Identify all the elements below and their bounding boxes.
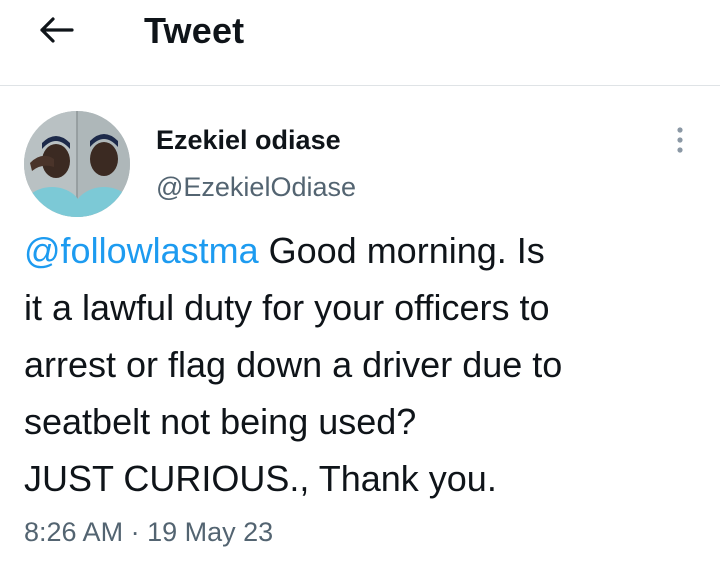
tweet-line: it a lawful duty for your officers to bbox=[24, 287, 550, 328]
tweet-text-segment: Good morning. Is bbox=[258, 230, 545, 271]
mention-link[interactable]: @followlastma bbox=[24, 230, 259, 271]
top-app-bar: Tweet bbox=[0, 0, 720, 86]
tweet-text: @followlastma Good morning. Is it a lawf… bbox=[24, 222, 710, 507]
tweet-date: 19 May 23 bbox=[147, 517, 274, 547]
author-handle[interactable]: @EzekielOdiase bbox=[156, 170, 356, 204]
arrow-left-icon bbox=[38, 16, 74, 49]
page-title: Tweet bbox=[144, 10, 245, 51]
meta-separator: · bbox=[123, 517, 148, 547]
more-options-button[interactable] bbox=[664, 124, 696, 160]
profile-photo bbox=[24, 111, 130, 217]
tweet-line: @followlastma Good morning. Is bbox=[24, 222, 710, 279]
tweet-timestamp[interactable]: 8:26 AM · 19 May 23 bbox=[24, 515, 273, 549]
tweet-line: arrest or flag down a driver due to bbox=[24, 344, 563, 385]
back-button[interactable] bbox=[30, 12, 82, 52]
tweet-line: seatbelt not being used? bbox=[24, 401, 417, 442]
author-name[interactable]: Ezekiel odiase bbox=[156, 123, 341, 157]
tweet-time: 8:26 AM bbox=[24, 517, 124, 547]
vertical-ellipsis-icon bbox=[675, 125, 685, 160]
avatar[interactable] bbox=[24, 111, 130, 217]
tweet-line: JUST CURIOUS., Thank you. bbox=[24, 458, 497, 499]
